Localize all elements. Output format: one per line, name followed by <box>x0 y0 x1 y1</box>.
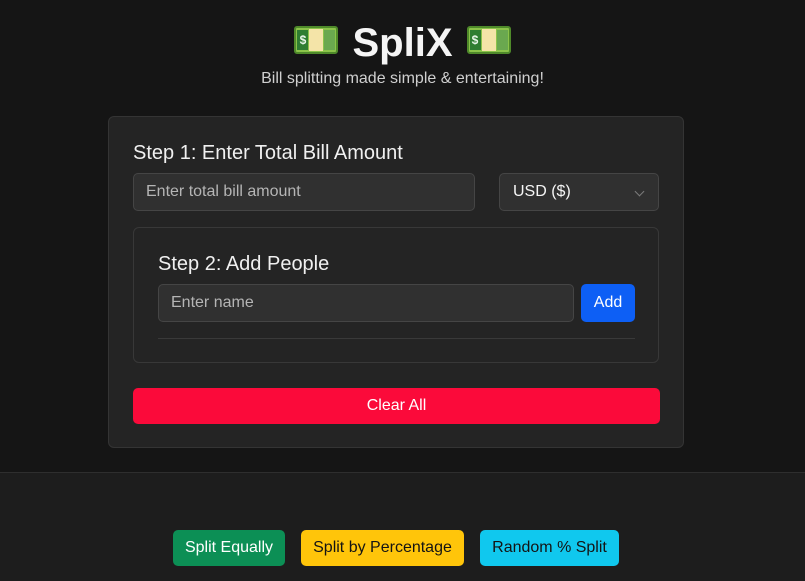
money-bill-icon: $ <box>294 26 339 55</box>
random-percent-split-button[interactable]: Random % Split <box>480 530 619 566</box>
money-bill-icon: $ <box>466 26 511 55</box>
currency-selected-value: USD ($) <box>513 183 571 200</box>
step2-heading: Step 2: Add People <box>158 253 330 275</box>
app-title: SpliX <box>352 21 453 66</box>
clear-all-button[interactable]: Clear All <box>133 388 660 424</box>
bill-amount-input[interactable] <box>133 173 475 211</box>
app-subtitle: Bill splitting made simple & entertainin… <box>261 70 544 87</box>
chevron-down-icon <box>634 186 645 197</box>
split-equally-button[interactable]: Split Equally <box>173 530 285 566</box>
person-name-input[interactable] <box>158 284 574 322</box>
app-header: $ SpliX $ <box>0 17 805 67</box>
currency-select[interactable]: USD ($) <box>499 173 659 211</box>
step1-heading: Step 1: Enter Total Bill Amount <box>133 142 403 164</box>
add-person-button[interactable]: Add <box>581 284 635 322</box>
people-list-divider <box>158 338 635 339</box>
split-by-percentage-button[interactable]: Split by Percentage <box>301 530 464 566</box>
